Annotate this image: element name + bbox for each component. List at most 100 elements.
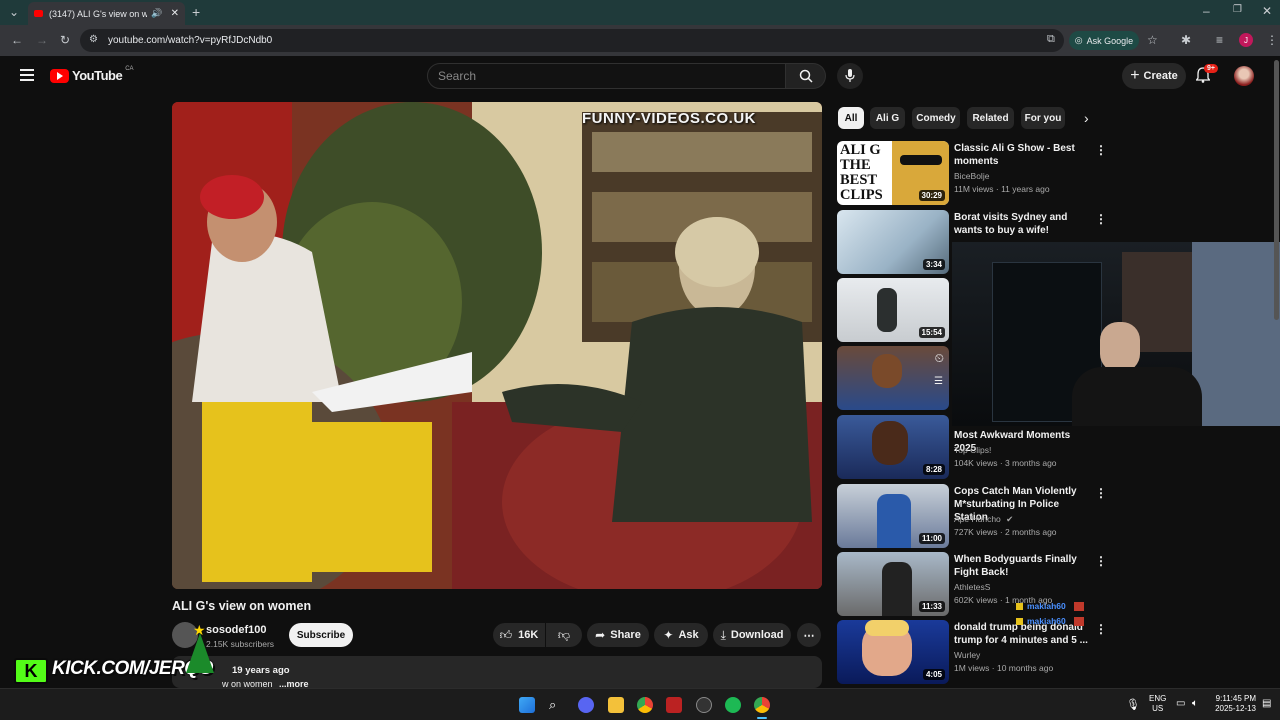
more-actions-button[interactable]: ⋯: [797, 623, 821, 647]
notifications-button[interactable]: 9+: [1195, 64, 1218, 87]
description-box[interactable]: 19 years ago w on women ...more: [172, 656, 822, 689]
rec-thumbnail[interactable]: 11:33: [837, 552, 949, 616]
rec-duration: 11:33: [918, 601, 945, 612]
rec-more-icon[interactable]: ⋮: [1095, 143, 1107, 157]
rec-channel[interactable]: AthletesS: [954, 582, 990, 592]
rec-thumbnail[interactable]: 3:34: [837, 210, 949, 274]
chip-ali-g-label: Ali G: [875, 112, 900, 124]
rec-channel[interactable]: Top Clips!: [954, 445, 991, 455]
media-control-icon[interactable]: ≡: [1216, 33, 1223, 47]
rec-thumbnail[interactable]: 15:54: [837, 278, 949, 342]
network-icon[interactable]: ▭: [1176, 698, 1185, 709]
chip-for-you[interactable]: For you: [1021, 107, 1065, 129]
share-button[interactable]: ➦ Share: [587, 623, 649, 647]
chrome-menu-icon[interactable]: ⋮: [1266, 33, 1278, 47]
tab-search-icon[interactable]: ⌄: [9, 5, 19, 19]
rec-channel[interactable]: Wurley: [954, 650, 980, 660]
address-bar[interactable]: ⚙ youtube.com/watch?v=pyRfJDcNdb0 ⧉: [80, 29, 1064, 52]
rec-thumbnail[interactable]: ALI G THE BEST CLIPS 30:29: [837, 141, 949, 205]
rec-thumbnail[interactable]: 4:05: [837, 620, 949, 684]
chip-all[interactable]: All: [838, 107, 864, 129]
rec-thumb-text: ALI G THE BEST CLIPS: [840, 142, 883, 203]
ask-button[interactable]: ✦ Ask: [654, 623, 708, 647]
hamburger-menu-icon[interactable]: [20, 69, 34, 81]
chrome-active-icon[interactable]: [754, 697, 770, 713]
rec-meta: 11M views · 11 years ago: [954, 184, 1050, 194]
channel-name[interactable]: sosodef100: [206, 624, 267, 636]
volume-icon[interactable]: 🔈︎: [1192, 698, 1198, 709]
obs-icon[interactable]: [696, 697, 712, 713]
site-info-icon[interactable]: ⚙: [89, 34, 98, 45]
discord-icon[interactable]: [578, 697, 594, 713]
chip-all-label: All: [844, 112, 858, 124]
rec-thumbnail[interactable]: ⏲ ☰: [837, 346, 949, 410]
chips-next-icon[interactable]: ›: [1084, 110, 1089, 126]
chip-related[interactable]: Related: [967, 107, 1014, 129]
ask-google-button[interactable]: ◎ Ask Google: [1069, 31, 1139, 50]
profile-avatar[interactable]: J: [1239, 33, 1253, 47]
language-indicator[interactable]: ENG US: [1149, 694, 1166, 714]
youtube-logo[interactable]: YouTube CA: [50, 65, 134, 83]
file-explorer-icon[interactable]: [608, 697, 624, 713]
rec-more-icon[interactable]: ⋮: [1095, 212, 1107, 226]
forward-icon[interactable]: →: [36, 33, 48, 47]
chip-comedy[interactable]: Comedy: [912, 107, 960, 129]
webcam-overlay: [952, 242, 1280, 426]
search-button[interactable]: [786, 63, 826, 89]
voice-search-button[interactable]: [837, 63, 863, 89]
rec-channel[interactable]: Ape Huncho ✔: [954, 514, 1013, 525]
close-window-icon[interactable]: ✕: [1262, 4, 1272, 18]
minimize-icon[interactable]: –: [1203, 4, 1210, 18]
rec-thumbnail[interactable]: 11:00: [837, 484, 949, 548]
new-tab-icon[interactable]: +: [192, 4, 200, 20]
add-queue-icon[interactable]: ☰: [934, 376, 943, 387]
microphone-tray-icon[interactable]: 🎙︎: [1126, 698, 1140, 711]
subscribe-button[interactable]: Subscribe: [289, 623, 353, 647]
notification-center-icon[interactable]: ▤: [1262, 698, 1271, 709]
search-icon[interactable]: ⌕: [549, 697, 565, 713]
account-avatar[interactable]: [1234, 66, 1254, 86]
like-button[interactable]: 👍︎ 16K: [493, 623, 545, 647]
search-icon: [799, 69, 813, 83]
rec-more-icon[interactable]: ⋮: [1095, 486, 1107, 500]
region-code: CA: [125, 65, 134, 72]
chat-username: makiah60: [1027, 601, 1066, 611]
video-player[interactable]: FUNNY-VIDEOS.CO.UK: [172, 102, 822, 589]
close-tab-icon[interactable]: ✕: [171, 8, 179, 19]
windows-taskbar: ⌕ 🎙︎ ENG US ▭ 🔈︎ 9:11:45 PM 2025-12-13 ▤: [0, 688, 1280, 720]
rec-item[interactable]: 8:28 Most Awkward Moments 2025 Top Clips…: [837, 415, 1107, 479]
rec-item[interactable]: 11:00 Cops Catch Man Violently M*sturbat…: [837, 484, 1107, 548]
back-icon[interactable]: ←: [11, 33, 23, 47]
app-icon[interactable]: [666, 697, 682, 713]
watch-later-icon[interactable]: ⏲: [935, 351, 944, 366]
rec-more-icon[interactable]: ⋮: [1095, 554, 1107, 568]
browser-tab[interactable]: (3147) ALI G's view on wom 🔊 ✕: [28, 2, 185, 25]
rec-thumbnail[interactable]: 8:28: [837, 415, 949, 479]
chat-badge-icon: [1016, 617, 1023, 625]
restore-icon[interactable]: ❐: [1233, 4, 1242, 15]
install-icon[interactable]: ⧉: [1047, 33, 1055, 46]
extensions-icon[interactable]: ✱: [1181, 33, 1191, 47]
spotify-icon[interactable]: [725, 697, 741, 713]
rec-item[interactable]: 4:05 donald trump being donald trump for…: [837, 620, 1107, 684]
rec-meta: 1M views · 10 months ago: [954, 663, 1054, 673]
download-button[interactable]: ⤓ Download: [713, 623, 791, 647]
sparkle-icon: ✦: [663, 628, 674, 642]
rec-channel[interactable]: BiceBolje: [954, 171, 989, 181]
page-scrollbar[interactable]: [1274, 60, 1279, 320]
clock[interactable]: 9:11:45 PM 2025-12-13: [1212, 694, 1256, 714]
thumbs-up-icon: 👍︎: [499, 627, 513, 642]
rec-item[interactable]: ALI G THE BEST CLIPS 30:29 Classic Ali G…: [837, 141, 1107, 205]
create-button[interactable]: + Create: [1122, 63, 1186, 89]
reload-icon[interactable]: ↻: [60, 33, 70, 47]
speaker-icon[interactable]: 🔊: [151, 8, 162, 19]
bookmark-star-icon[interactable]: ☆: [1147, 33, 1158, 47]
windows-start-icon[interactable]: [519, 697, 535, 713]
rec-title: Borat visits Sydney and wants to buy a w…: [954, 212, 1068, 236]
search-input[interactable]: Search: [427, 63, 786, 89]
chrome-icon[interactable]: [637, 697, 653, 713]
subscribe-label: Subscribe: [296, 629, 346, 641]
chip-ali-g[interactable]: Ali G: [870, 107, 905, 129]
dislike-button[interactable]: 👎︎: [546, 623, 582, 647]
rec-more-icon[interactable]: ⋮: [1095, 622, 1107, 636]
